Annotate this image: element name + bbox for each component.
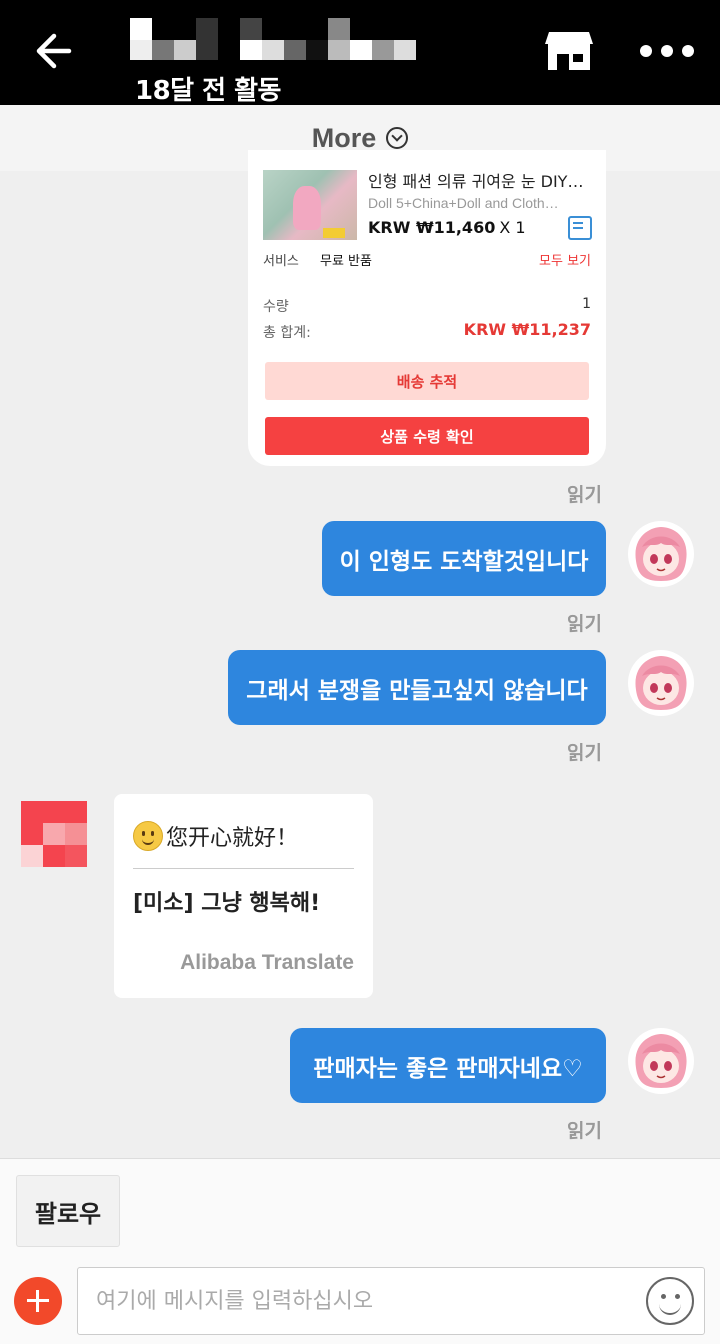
chevron-down-icon <box>386 127 409 149</box>
store-icon[interactable] <box>543 28 595 74</box>
more-dots-icon[interactable] <box>640 38 694 64</box>
top-bar: 18달 전 활동 <box>0 0 720 106</box>
item-quantity: X 1 <box>499 218 526 237</box>
product-name[interactable]: 인형 패션 의류 귀여운 눈 DIY… <box>368 168 583 192</box>
translator-credit: Alibaba Translate <box>180 951 354 974</box>
quantity-value: 1 <box>582 296 591 312</box>
original-message: 您开心就好！ <box>133 820 298 852</box>
confirm-receipt-button[interactable]: 상품 수령 확인 <box>265 417 589 455</box>
track-shipment-button[interactable]: 배송 추적 <box>265 362 589 400</box>
outgoing-message[interactable]: 이 인형도 도착할것입니다 <box>322 521 606 596</box>
read-receipt: 읽기 <box>567 742 602 764</box>
original-text: 您开心就好！ <box>166 826 299 851</box>
plus-icon[interactable] <box>14 1277 62 1325</box>
smile-emoji-icon <box>133 821 163 851</box>
divider <box>133 868 354 869</box>
receipt-icon[interactable] <box>568 216 592 240</box>
order-card: 인형 패션 의류 귀여운 눈 DIY… Doll 5+China+Doll an… <box>248 150 606 466</box>
seller-name-pixelated <box>130 18 440 62</box>
more-label: More <box>311 122 377 153</box>
user-avatar[interactable] <box>628 650 694 716</box>
read-receipt: 읽기 <box>567 484 602 506</box>
price-value: KRW ₩11,460 <box>368 218 496 237</box>
service-label: 서비스 <box>263 254 299 269</box>
composer-panel: 팔로우 <box>0 1158 720 1344</box>
message-input[interactable] <box>77 1267 705 1335</box>
read-receipt: 읽기 <box>567 613 602 635</box>
read-receipt: 읽기 <box>567 1120 602 1142</box>
last-active-text: 18달 전 활동 <box>135 76 281 106</box>
view-all-link[interactable]: 모두 보기 <box>539 250 591 269</box>
total-label: 총 합계: <box>263 325 311 341</box>
service-value: 무료 반품 <box>320 254 372 269</box>
product-price: KRW ₩11,460 X 1 <box>368 218 526 237</box>
follow-button[interactable]: 팔로우 <box>16 1175 120 1247</box>
quantity-label: 수량 <box>263 299 289 315</box>
seller-avatar[interactable] <box>21 801 87 867</box>
user-avatar[interactable] <box>628 1028 694 1094</box>
product-spec: Doll 5+China+Doll and Cloth… <box>368 195 559 211</box>
emoji-icon[interactable] <box>646 1277 694 1325</box>
back-arrow-icon[interactable] <box>30 28 76 74</box>
user-avatar[interactable] <box>628 521 694 587</box>
outgoing-message[interactable]: 그래서 분쟁을 만들고싶지 않습니다 <box>228 650 606 725</box>
product-thumbnail[interactable] <box>263 170 357 240</box>
translated-text: [미소] 그냥 행복해! <box>133 891 321 916</box>
outgoing-message[interactable]: 판매자는 좋은 판매자네요♡ <box>290 1028 606 1103</box>
total-value: KRW ₩11,237 <box>463 320 591 339</box>
incoming-message[interactable]: 您开心就好！ [미소] 그냥 행복해! Alibaba Translate <box>114 794 373 998</box>
